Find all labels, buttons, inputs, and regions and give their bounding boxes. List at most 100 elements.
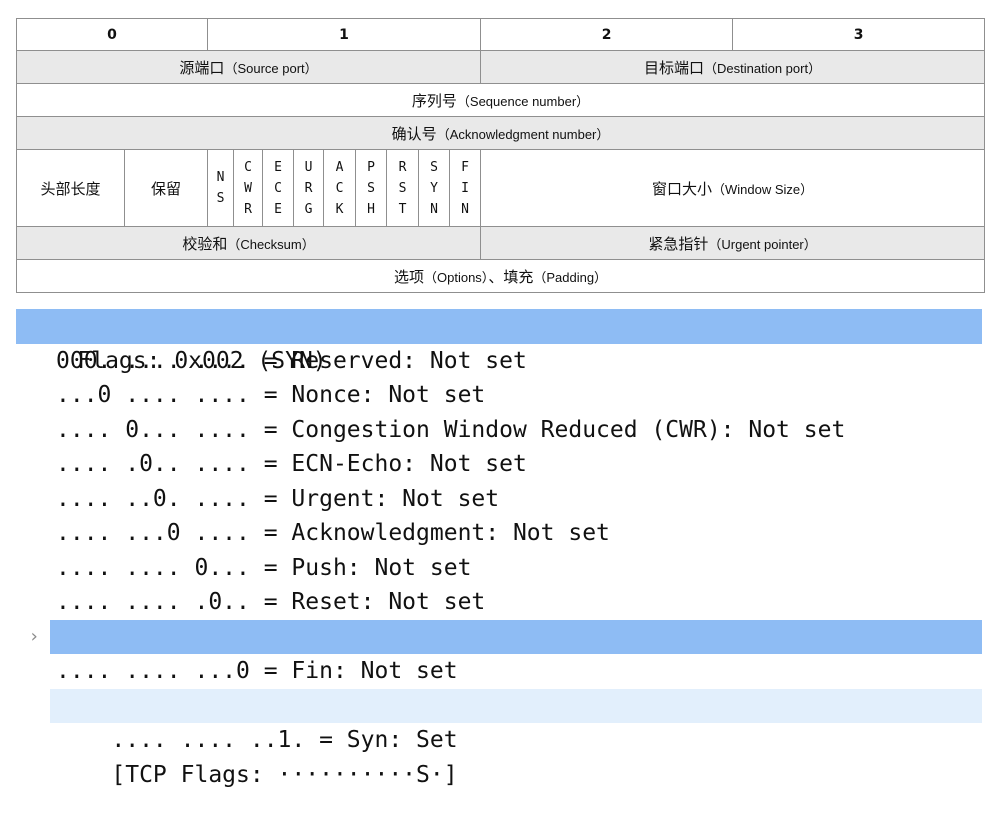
flag-ack-l2: C (335, 180, 344, 196)
tree-row-text: .... ..0. .... = Urgent: Not set (56, 485, 500, 512)
flag-urg-l3: G (304, 201, 313, 217)
source-port-en: （Source port） (224, 60, 318, 76)
flag-ns: NS (207, 149, 234, 227)
ack-zh: 确认号 (391, 124, 437, 143)
flag-ack-l3: K (335, 201, 344, 217)
flag-fin-l1: F (461, 159, 469, 175)
flag-ece: ECE (262, 149, 294, 227)
ack-cell: 确认号（Acknowledgment number） (15, 116, 986, 150)
padding-zh: 填充 (503, 267, 534, 286)
octet-row: 0 1 2 3 (16, 18, 986, 51)
dest-port-en: （Destination port） (704, 60, 822, 76)
flag-fin: FIN (448, 149, 482, 227)
flag-ack-l1: A (335, 159, 344, 175)
flag-psh-l2: S (367, 180, 375, 196)
tree-row-cwr[interactable]: .... 0... .... = Congestion Window Reduc… (16, 413, 982, 448)
padding-en: （Padding） (533, 269, 608, 285)
seq-zh: 序列号 (411, 91, 457, 110)
window-size-en: （Window Size） (712, 181, 814, 197)
flag-psh: PSH (355, 149, 387, 227)
tree-row-text: .... ...0 .... = Acknowledgment: Not set (56, 520, 610, 546)
octet-2: 2 (480, 18, 734, 51)
octet-3: 3 (732, 18, 986, 51)
checksum-row: 校验和（Checksum） 紧急指针（Urgent pointer） (15, 226, 986, 260)
tree-row-tcp-flags[interactable]: [TCP Flags: ··········S·] (16, 688, 982, 788)
urgent-pointer-en: （Urgent pointer） (708, 236, 817, 252)
header-length-cell: 头部长度 (16, 149, 125, 227)
checksum-zh: 校验和 (182, 234, 228, 253)
tree-row-text: ...0 .... .... = Nonce: Not set (56, 382, 486, 408)
source-port-zh: 源端口 (179, 58, 225, 77)
flag-cwr-l2: W (244, 180, 252, 196)
source-port-cell: 源端口（Source port） (15, 50, 482, 84)
flags-tree: Flags: 0x002 (SYN) 000. .... .... = Rese… (16, 309, 982, 788)
flag-cwr: CWR (233, 149, 263, 227)
dest-port-zh: 目标端口 (644, 58, 705, 77)
tree-row-text: .... .... ...0 = Fin: Not set (56, 658, 458, 684)
tree-row-text: .... .... .0.. = Reset: Not set (56, 589, 486, 615)
flag-rst-l3: T (398, 201, 407, 217)
flag-cwr-l3: R (244, 201, 252, 217)
tree-row-text: 000. .... .... = Reserved: Not set (56, 347, 527, 374)
dest-port-cell: 目标端口（Destination port） (480, 50, 986, 84)
chevron-right-icon[interactable]: › (26, 620, 42, 655)
flag-urg-l2: R (304, 180, 313, 196)
options-cell: 选项（Options）、填充（Padding） (15, 259, 986, 293)
ports-row: 源端口（Source port） 目标端口（Destination port） (15, 50, 986, 84)
tree-row-text: .... .0.. .... = ECN-Echo: Not set (56, 451, 527, 477)
flag-ns-l1: N (216, 170, 225, 185)
reserved-cell: 保留 (124, 149, 208, 227)
window-size-zh: 窗口大小 (651, 179, 712, 198)
tree-row-nonce[interactable]: ...0 .... .... = Nonce: Not set (16, 378, 982, 413)
seq-cell: 序列号（Sequence number） (15, 83, 986, 117)
options-row: 选项（Options）、填充（Padding） (15, 259, 986, 293)
urgent-pointer-zh: 紧急指针 (648, 234, 709, 253)
checksum-cell: 校验和（Checksum） (15, 226, 482, 260)
flag-fin-l2: I (461, 180, 469, 196)
summary-highlight (50, 688, 982, 723)
tree-row-reserved[interactable]: 000. .... .... = Reserved: Not set (16, 344, 982, 379)
flag-ack: ACK (323, 149, 356, 227)
options-zh: 选项 (393, 267, 424, 286)
flag-rst: RST (386, 149, 419, 227)
flag-cwr-l1: C (244, 159, 252, 175)
tree-row-syn[interactable]: › .... .... ..1. = Syn: Set (16, 619, 982, 753)
flag-rst-l2: S (398, 180, 407, 196)
ack-en: （Acknowledgment number） (436, 126, 610, 142)
flag-urg-l1: U (304, 159, 313, 175)
flag-syn-l1: S (430, 159, 438, 175)
seq-row: 序列号（Sequence number） (15, 83, 986, 117)
flag-urg: URG (293, 149, 324, 227)
checksum-en: （Checksum） (227, 236, 315, 252)
tree-row-push[interactable]: .... .... 0... = Push: Not set (16, 551, 982, 586)
flag-psh-l1: P (367, 159, 375, 175)
tree-row-text: .... .... ..1. = Syn: Set (111, 727, 458, 753)
flag-rst-l1: R (398, 159, 407, 175)
tcp-header-table: 0 1 2 3 源端口（Source port） 目标端口（Destinatio… (15, 18, 986, 293)
tree-row-reset[interactable]: .... .... .0.. = Reset: Not set (16, 585, 982, 620)
window-size-cell: 窗口大小（Window Size） (480, 149, 986, 227)
flag-ece-l3: E (274, 201, 282, 217)
tree-row-acknowledgment[interactable]: .... ...0 .... = Acknowledgment: Not set (16, 516, 982, 551)
flag-syn: SYN (418, 149, 450, 227)
tree-row-ecn-echo[interactable]: .... .0.. .... = ECN-Echo: Not set (16, 447, 982, 482)
octet-0: 0 (16, 18, 208, 51)
options-sep: 、 (488, 267, 504, 286)
tree-row-fin[interactable]: .... .... ...0 = Fin: Not set (16, 654, 982, 689)
flag-fin-l3: N (461, 201, 469, 217)
ack-row: 确认号（Acknowledgment number） (15, 116, 986, 150)
tcp-flags-summary: [TCP Flags: ··········S·] (111, 761, 458, 788)
flag-ns-l2: S (216, 191, 225, 206)
flags-row: 头部长度 保留 NS CWR ECE URG ACK PSH RST SYN F… (16, 149, 986, 227)
flag-ece-l1: E (274, 159, 282, 175)
urgent-pointer-cell: 紧急指针（Urgent pointer） (480, 226, 986, 260)
tree-row-urgent[interactable]: .... ..0. .... = Urgent: Not set (16, 482, 982, 517)
tree-row-text: .... 0... .... = Congestion Window Reduc… (56, 416, 846, 443)
seq-en: （Sequence number） (456, 93, 590, 109)
flag-ece-l2: C (274, 180, 282, 196)
tree-row-text: .... .... 0... = Push: Not set (56, 554, 472, 581)
flag-syn-l2: Y (430, 180, 438, 196)
octet-1: 1 (206, 18, 482, 51)
options-en: （Options） (424, 269, 489, 285)
flags-header-row[interactable]: Flags: 0x002 (SYN) (16, 309, 982, 374)
